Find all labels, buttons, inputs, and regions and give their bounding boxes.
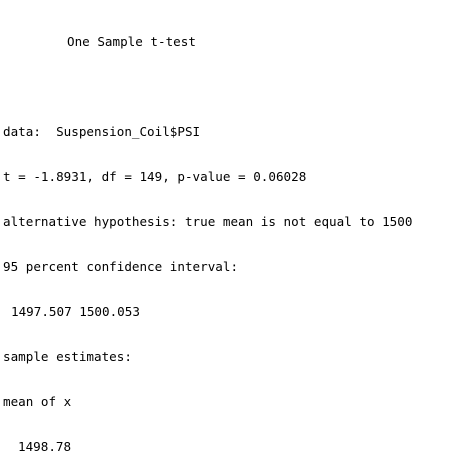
sample-estimates-label: sample estimates:: [3, 349, 132, 364]
estimate-name: mean of x: [3, 394, 72, 409]
estimate-value: 1498.78: [18, 439, 72, 454]
test-title: One Sample t-test: [67, 34, 196, 49]
test-statistics-line: t = -1.8931, df = 149, p-value = 0.06028: [3, 169, 307, 184]
console-output: One Sample t-test data: Suspension_Coil$…: [3, 4, 453, 469]
alternative-hypothesis-line: alternative hypothesis: true mean is not…: [3, 214, 413, 229]
data-line: data: Suspension_Coil$PSI: [3, 124, 201, 139]
confidence-interval-label: 95 percent confidence interval:: [3, 259, 239, 274]
confidence-interval-values: 1497.507 1500.053: [11, 304, 140, 319]
